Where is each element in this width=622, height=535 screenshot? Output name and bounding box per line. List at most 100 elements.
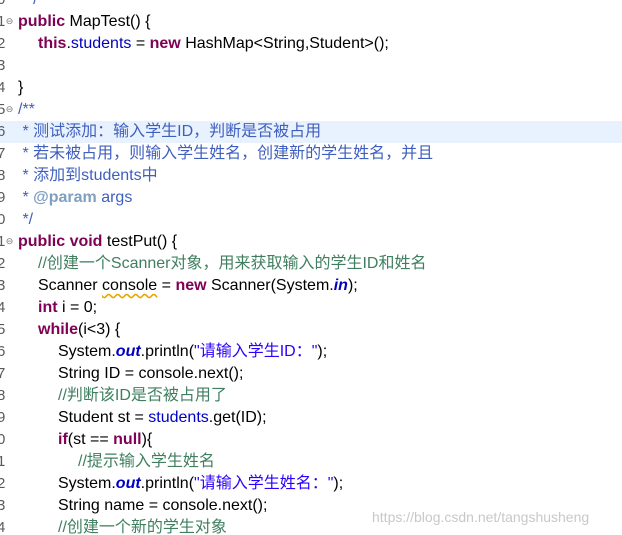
code-token: ); — [347, 277, 358, 294]
code-text: */ — [18, 0, 38, 11]
code-line[interactable]: 2 this.students = new HashMap<String,Stud… — [0, 33, 622, 55]
code-text: int i = 0; — [38, 297, 97, 319]
code-line[interactable]: 1 ⊖ public void testPut() { — [0, 231, 622, 253]
code-line[interactable]: 6 System.out.println("请输入学生ID："); — [0, 341, 622, 363]
code-line[interactable]: 7 String ID = console.next(); — [0, 363, 622, 385]
code-line[interactable]: 3 — [0, 55, 622, 77]
code-token: System. — [58, 343, 116, 360]
code-line[interactable]: 0 */ — [0, 0, 622, 11]
line-number: 3 — [0, 497, 6, 514]
code-token: MapTest() { — [65, 13, 151, 30]
line-number: 6 — [0, 123, 6, 140]
code-line[interactable]: 9 * @param args — [0, 187, 622, 209]
code-text: * 若未被占用，则输入学生姓名，创建新的学生姓名，并且 — [18, 143, 433, 165]
code-text: } — [18, 77, 23, 99]
code-token: public — [18, 233, 66, 250]
code-line[interactable]: 8 * 添加到students中 — [0, 165, 622, 187]
code-token: * 测试添加：输入学生ID，判断是否被占用 — [18, 123, 322, 140]
code-text: String name = console.next(); — [58, 495, 267, 517]
line-number: 4 — [0, 79, 6, 96]
code-token: void — [69, 233, 103, 250]
code-token: //创建一个新的学生对象 — [58, 519, 227, 535]
code-line[interactable]: 2 //创建一个Scanner对象，用来获取输入的学生ID和姓名 — [0, 253, 622, 275]
code-text: public MapTest() { — [18, 11, 150, 33]
code-token: = — [157, 277, 176, 294]
code-text: while(i<3) { — [38, 319, 120, 341]
line-number: 2 — [0, 35, 6, 52]
code-line[interactable]: 0 */ — [0, 209, 622, 231]
fold-toggle-icon[interactable]: ⊖ — [5, 17, 14, 26]
code-token: in — [333, 277, 348, 294]
code-token: (i<3) { — [78, 321, 121, 338]
line-number: 3 — [0, 277, 6, 294]
code-token: */ — [18, 211, 34, 228]
code-token: int — [38, 299, 58, 316]
code-token: * — [18, 189, 34, 206]
code-line[interactable]: 1 ⊖ public MapTest() { — [0, 11, 622, 33]
code-text: String ID = console.next(); — [58, 363, 243, 385]
code-line[interactable]: 5 while(i<3) { — [0, 319, 622, 341]
code-line[interactable]: 9 Student st = students.get(ID); — [0, 407, 622, 429]
code-token: "请输入学生ID：" — [194, 343, 318, 360]
code-text: System.out.println("请输入学生ID："); — [58, 341, 327, 363]
code-text: //创建一个Scanner对象，用来获取输入的学生ID和姓名 — [38, 253, 427, 275]
code-token: i = 0; — [57, 299, 98, 316]
line-number: 8 — [0, 387, 6, 404]
line-number: 3 — [0, 57, 6, 74]
code-line[interactable]: 1 //提示输入学生姓名 — [0, 451, 622, 473]
code-text: public void testPut() { — [18, 231, 177, 253]
code-text: System.out.println("请输入学生姓名："); — [58, 473, 343, 495]
code-token: ){ — [141, 431, 153, 448]
code-text: //判断该ID是否被占用了 — [58, 385, 227, 407]
code-token: console — [102, 277, 158, 294]
line-number: 5 — [0, 321, 6, 338]
code-token: //提示输入学生姓名 — [78, 453, 215, 470]
code-token: "请输入学生姓名：" — [194, 475, 334, 492]
code-line[interactable]: 4 int i = 0; — [0, 297, 622, 319]
code-token: } — [18, 79, 24, 96]
code-token: * 添加到students中 — [18, 167, 158, 184]
code-token: out — [115, 475, 141, 492]
code-token: this — [38, 35, 67, 52]
code-line[interactable]: 0 if(st == null){ — [0, 429, 622, 451]
line-number: 2 — [0, 255, 6, 272]
code-token: out — [115, 343, 141, 360]
code-token: @param — [33, 189, 97, 206]
code-editor[interactable]: 0 */ 1 ⊖ public MapTest() {2 this.students =… — [0, 0, 622, 535]
code-line[interactable]: 6 * 测试添加：输入学生ID，判断是否被占用 — [0, 121, 622, 143]
code-line[interactable]: 3 Scanner console = new Scanner(System.in… — [0, 275, 622, 297]
code-token: String ID = console.next(); — [58, 365, 244, 382]
code-text: this.students = new HashMap<String,Stude… — [38, 33, 389, 55]
code-line[interactable]: 8 //判断该ID是否被占用了 — [0, 385, 622, 407]
code-token: Scanner — [38, 277, 103, 294]
code-text: Student st = students.get(ID); — [58, 407, 267, 429]
code-text: if(st == null){ — [58, 429, 152, 451]
code-token: (st == — [67, 431, 114, 448]
line-number: 0 — [0, 431, 6, 448]
code-token: .get(ID); — [208, 409, 267, 426]
code-token: * 若未被占用，则输入学生姓名，创建新的学生姓名，并且 — [18, 145, 434, 162]
code-token: System. — [58, 475, 116, 492]
code-line[interactable]: 7 * 若未被占用，则输入学生姓名，创建新的学生姓名，并且 — [0, 143, 622, 165]
code-token: students — [70, 35, 132, 52]
code-line[interactable]: 4} — [0, 77, 622, 99]
line-number: 4 — [0, 519, 6, 535]
fold-toggle-icon[interactable]: ⊖ — [5, 237, 14, 246]
code-token: //判断该ID是否被占用了 — [58, 387, 227, 404]
code-token: */ — [18, 0, 38, 8]
line-number: 7 — [0, 145, 6, 162]
code-token: new — [149, 35, 181, 52]
code-text: * @param args — [18, 187, 132, 209]
code-line[interactable]: 2 System.out.println("请输入学生姓名："); — [0, 473, 622, 495]
fold-toggle-icon[interactable]: ⊖ — [5, 105, 14, 114]
code-line[interactable]: 5 ⊖/** — [0, 99, 622, 121]
code-token: HashMap<String,Student>(); — [180, 35, 389, 52]
code-token: new — [175, 277, 207, 294]
watermark: https://blog.csdn.net/tangshusheng — [372, 509, 590, 525]
code-token: args — [96, 189, 133, 206]
code-text: /** — [18, 99, 35, 121]
code-text: //提示输入学生姓名 — [78, 451, 215, 473]
code-token: //创建一个Scanner对象，用来获取输入的学生ID和姓名 — [38, 255, 427, 272]
code-text: Scanner console = new Scanner(System.in)… — [38, 275, 358, 297]
line-number: 0 — [0, 0, 7, 11]
